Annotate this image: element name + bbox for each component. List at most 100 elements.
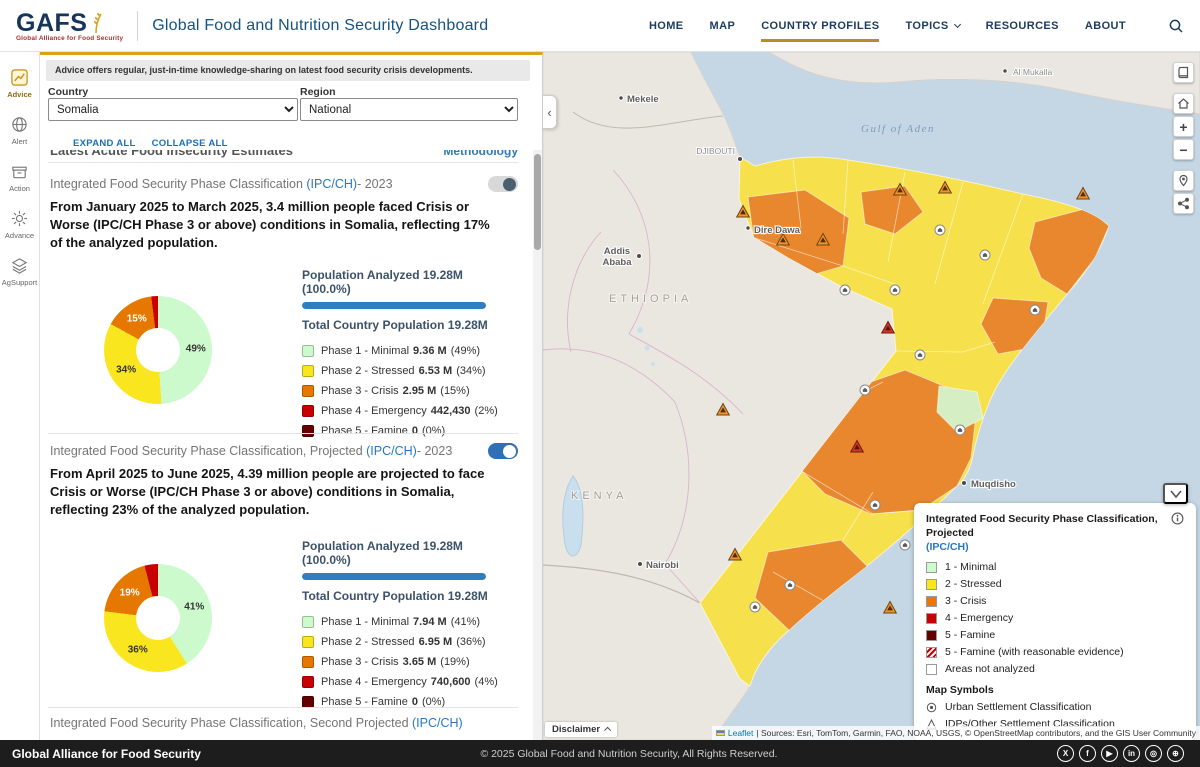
phase-legend: Phase 1 - Minimal 9.36 M (49%) Phase 2 - S… bbox=[302, 341, 512, 441]
phase5-swatch bbox=[926, 629, 937, 641]
info-icon[interactable] bbox=[1171, 512, 1184, 525]
toggle-knob bbox=[503, 444, 516, 458]
section3-title: Integrated Food Security Phase Classific… bbox=[50, 716, 463, 730]
phase-row: Phase 2 - Stressed 6.95 M (36%) bbox=[302, 632, 512, 652]
label-nairobi: Nairobi bbox=[646, 560, 679, 571]
locate-button[interactable] bbox=[1173, 170, 1194, 191]
toggle-knob bbox=[503, 177, 516, 191]
advice-icon bbox=[11, 69, 28, 86]
leaflet-link[interactable]: Leaflet bbox=[728, 728, 754, 738]
layer-toggle-current[interactable] bbox=[488, 176, 518, 192]
legend-collapse-button[interactable] bbox=[1163, 483, 1188, 504]
phase-donut-projected: 41% 36% 19% bbox=[104, 564, 212, 672]
linkedin-icon[interactable]: in bbox=[1123, 745, 1140, 762]
home-extent-button[interactable] bbox=[1173, 93, 1194, 114]
basemap-button[interactable] bbox=[1173, 62, 1194, 83]
chevron-down-icon bbox=[953, 20, 961, 29]
nav-home[interactable]: HOME bbox=[649, 0, 684, 52]
population-stats-current: Population Analyzed 19.28M (100.0%) Tota… bbox=[302, 268, 512, 441]
footer-org: Global Alliance for Food Security bbox=[12, 746, 201, 761]
region-select[interactable]: National bbox=[300, 98, 518, 121]
section1-title: Integrated Food Security Phase Classific… bbox=[50, 176, 518, 192]
nav-country-profiles[interactable]: COUNTRY PROFILES bbox=[761, 0, 880, 52]
label-dire-dawa: Dire Dawa bbox=[754, 225, 801, 236]
phase-row: Phase 2 - Stressed 6.53 M (34%) bbox=[302, 361, 512, 381]
ipc-ch-link[interactable]: (IPC/CH) bbox=[306, 177, 357, 191]
legend-symbol-item: Urban Settlement Classification bbox=[926, 699, 1184, 716]
phase5-swatch bbox=[302, 425, 314, 437]
disclaimer-toggle[interactable]: Disclaimer bbox=[545, 722, 617, 737]
label-muqdisho: Muqdisho bbox=[971, 479, 1016, 490]
tool-rail: Advice Alert Action Advance AgSupport bbox=[0, 52, 40, 740]
panel-scroll-content: Latest Acute Food Insecurity Estimates M… bbox=[40, 150, 532, 740]
header-divider bbox=[137, 10, 139, 41]
map-symbols-header: Map Symbols bbox=[926, 683, 994, 696]
rail-item-advance[interactable]: Advance bbox=[0, 201, 39, 248]
label-kenya: KENYA bbox=[571, 490, 627, 502]
country-select[interactable]: Somalia bbox=[48, 98, 298, 121]
label-addis-ababa-1: Addis bbox=[604, 246, 630, 257]
search-button[interactable] bbox=[1168, 18, 1184, 34]
share-button[interactable] bbox=[1173, 193, 1194, 214]
rail-item-action[interactable]: Action bbox=[0, 154, 39, 201]
bulk-links: EXPAND ALL COLLAPSE ALL bbox=[73, 138, 228, 149]
instagram-icon[interactable]: ◎ bbox=[1145, 745, 1162, 762]
legend-item: 3 - Crisis bbox=[926, 593, 1184, 610]
divider bbox=[48, 707, 518, 708]
phase3-swatch bbox=[926, 595, 937, 607]
population-total-label: Total Country Population 19.28M bbox=[302, 318, 488, 332]
phase3-swatch bbox=[302, 656, 314, 668]
region-label: Region bbox=[300, 86, 336, 98]
youtube-icon[interactable]: ▶ bbox=[1101, 745, 1118, 762]
footer-copyright: © 2025 Global Food and Nutrition Securit… bbox=[480, 747, 778, 760]
methodology-link[interactable]: Methodology bbox=[443, 150, 518, 158]
layer-toggle-projected[interactable] bbox=[488, 443, 518, 459]
website-icon[interactable]: ⊕ bbox=[1167, 745, 1184, 762]
ipc-ch-link[interactable]: (IPC/CH) bbox=[412, 716, 463, 730]
advance-icon bbox=[11, 210, 28, 227]
chevron-down-icon bbox=[1169, 489, 1182, 498]
main-nav: HOME MAP COUNTRY PROFILES TOPICS RESOURC… bbox=[649, 0, 1184, 52]
label-al-mukalla: Al Mukalla bbox=[1013, 67, 1052, 77]
phase-row: Phase 5 - Famine 0 (0%) bbox=[302, 692, 512, 712]
home-icon bbox=[1178, 98, 1189, 109]
phase5-evidence-swatch bbox=[926, 646, 937, 658]
advice-panel: Advice offers regular, just-in-time know… bbox=[40, 52, 543, 740]
ipc-ch-link[interactable]: (IPC/CH) bbox=[366, 444, 417, 458]
zoom-in-button[interactable]: + bbox=[1173, 116, 1194, 137]
x-icon[interactable]: X bbox=[1057, 745, 1074, 762]
rail-item-advice[interactable]: Advice bbox=[0, 60, 39, 107]
phase-row: Phase 3 - Crisis 3.65 M (19%) bbox=[302, 652, 512, 672]
label-gulf-of-aden: Gulf of Aden bbox=[861, 123, 935, 135]
population-total-label: Total Country Population 19.28M bbox=[302, 589, 488, 603]
rail-item-alert[interactable]: Alert bbox=[0, 107, 39, 154]
divider bbox=[48, 162, 518, 163]
panel-collapse-handle[interactable]: ‹ bbox=[543, 95, 557, 129]
phase-row: Phase 1 - Minimal 9.36 M (49%) bbox=[302, 341, 512, 361]
country-label: Country bbox=[48, 86, 89, 98]
nav-resources[interactable]: RESOURCES bbox=[986, 0, 1059, 52]
scrollbar-thumb[interactable] bbox=[534, 154, 541, 250]
logo-tagline: Global Alliance for Food Security bbox=[16, 34, 124, 42]
phase-row: Phase 4 - Emergency 442,430 (2%) bbox=[302, 401, 512, 421]
zoom-out-button[interactable]: − bbox=[1173, 139, 1194, 160]
phase3-swatch bbox=[302, 385, 314, 397]
nav-map[interactable]: MAP bbox=[710, 0, 736, 52]
expand-all-link[interactable]: EXPAND ALL bbox=[73, 138, 136, 149]
label-djibouti: DJIBOUTI bbox=[696, 146, 735, 156]
alert-icon bbox=[12, 117, 27, 132]
list-header-title: Latest Acute Food Insecurity Estimates bbox=[50, 150, 293, 158]
gafs-logo[interactable]: GAFS Global Alliance for Food Security bbox=[16, 10, 123, 42]
rift-lake bbox=[651, 362, 655, 366]
map-legend-title: Integrated Food Security Phase Classific… bbox=[926, 513, 1158, 554]
section2-summary: From April 2025 to June 2025, 4.39 milli… bbox=[50, 466, 485, 517]
panel-scrollbar[interactable] bbox=[533, 150, 542, 740]
wheat-icon bbox=[94, 12, 103, 33]
nav-about[interactable]: ABOUT bbox=[1085, 0, 1126, 52]
ukraine-flag-icon bbox=[715, 730, 725, 736]
rail-item-agsupport[interactable]: AgSupport bbox=[0, 248, 39, 295]
facebook-icon[interactable]: f bbox=[1079, 745, 1096, 762]
population-stats-projected: Population Analyzed 19.28M (100.0%) Tota… bbox=[302, 539, 512, 712]
nav-topics[interactable]: TOPICS bbox=[905, 0, 961, 52]
collapse-all-link[interactable]: COLLAPSE ALL bbox=[152, 138, 228, 149]
